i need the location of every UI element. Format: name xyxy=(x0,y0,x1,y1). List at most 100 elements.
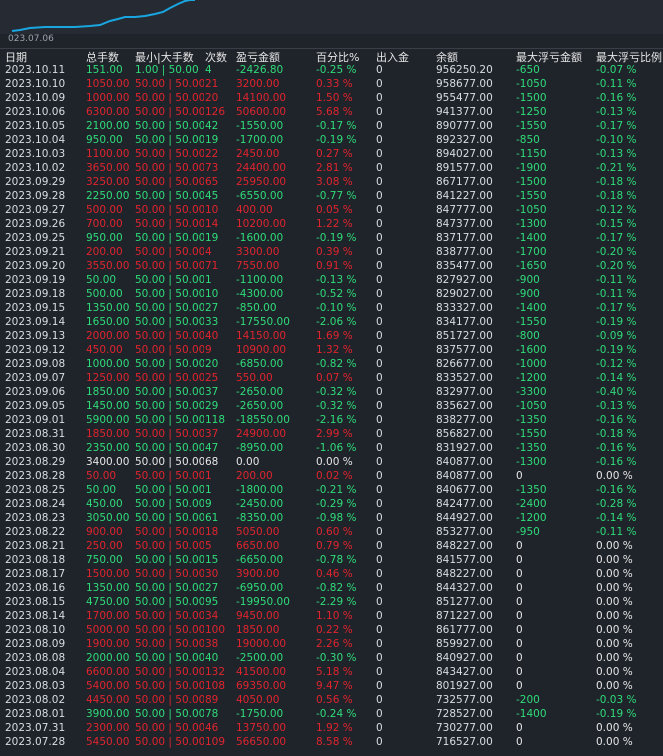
row-date: 2023.10.05 xyxy=(5,120,66,132)
row-max-drawdown: -200 xyxy=(516,694,540,706)
row-max-drawdown-pct: 0.00 % xyxy=(596,624,633,636)
table-row[interactable]: 2023.10.11 151.00 1.00 | 50.00 4 -2426.80 -0.… xyxy=(0,63,663,77)
table-row[interactable]: 2023.08.14 1700.00 50.00 | 50.00 34 9450.00 1… xyxy=(0,609,663,623)
row-cash-flow: 0 xyxy=(376,246,383,258)
row-cash-flow: 0 xyxy=(376,92,383,104)
row-cash-flow: 0 xyxy=(376,316,383,328)
row-min-max-lots: 50.00 | 50.00 xyxy=(135,260,204,272)
table-row[interactable]: 2023.08.23 3050.00 50.00 | 50.00 61 -8350.00… xyxy=(0,511,663,525)
table-row[interactable]: 2023.08.15 4750.00 50.00 | 50.00 95 -19950.0… xyxy=(0,595,663,609)
table-row[interactable]: 2023.09.27 500.00 50.00 | 50.00 10 400.00 0.0… xyxy=(0,203,663,217)
table-row[interactable]: 2023.08.25 50.00 50.00 | 50.00 1 -1800.00 -0.… xyxy=(0,483,663,497)
table-row[interactable]: 2023.09.05 1450.00 50.00 | 50.00 29 -2650.00… xyxy=(0,399,663,413)
row-cash-flow: 0 xyxy=(376,624,383,636)
row-max-drawdown: -1500 xyxy=(516,92,547,104)
table-row[interactable]: 2023.09.12 450.00 50.00 | 50.00 9 10900.00 1.… xyxy=(0,343,663,357)
row-max-drawdown-pct: -0.14 % xyxy=(596,372,637,384)
row-count: 10 xyxy=(205,204,219,216)
table-row[interactable]: 2023.08.22 900.00 50.00 | 50.00 18 5050.00 0.… xyxy=(0,525,663,539)
row-date: 2023.08.31 xyxy=(5,428,66,440)
table-row[interactable]: 2023.08.10 5000.00 50.00 | 50.00 100 1850.00… xyxy=(0,623,663,637)
row-cash-flow: 0 xyxy=(376,162,383,174)
table-row[interactable]: 2023.08.03 5400.00 50.00 | 50.00 108 69350.0… xyxy=(0,679,663,693)
row-count: 27 xyxy=(205,582,219,594)
row-max-drawdown-pct: -0.11 % xyxy=(596,78,637,90)
row-total-lots: 2000.00 xyxy=(86,330,130,342)
table-row[interactable]: 2023.08.09 1900.00 50.00 | 50.00 38 19000.00… xyxy=(0,637,663,651)
table-row[interactable]: 2023.08.04 6600.00 50.00 | 50.00 132 41500.0… xyxy=(0,665,663,679)
row-cash-flow: 0 xyxy=(376,442,383,454)
row-balance: 829027.00 xyxy=(436,288,493,300)
table-row[interactable]: 2023.07.28 5450.00 50.00 | 50.00 109 56650.0… xyxy=(0,735,663,749)
row-max-drawdown: 0 xyxy=(516,624,523,636)
table-row[interactable]: 2023.08.17 1500.00 50.00 | 50.00 30 3900.00 0… xyxy=(0,567,663,581)
row-percent: -1.06 % xyxy=(316,442,357,454)
table-row[interactable]: 2023.07.31 2300.00 50.00 | 50.00 46 13750.00… xyxy=(0,721,663,735)
table-row[interactable]: 2023.10.04 950.00 50.00 | 50.00 19 -1700.00 -… xyxy=(0,133,663,147)
row-balance: 840927.00 xyxy=(436,652,493,664)
row-balance: 838277.00 xyxy=(436,414,493,426)
table-row[interactable]: 2023.09.21 200.00 50.00 | 50.00 4 3300.00 0.3… xyxy=(0,245,663,259)
row-cash-flow: 0 xyxy=(376,148,383,160)
table-row[interactable]: 2023.09.15 1350.00 50.00 | 50.00 27 -850.00 -… xyxy=(0,301,663,315)
table-row[interactable]: 2023.08.31 1850.00 50.00 | 50.00 37 24900.00… xyxy=(0,427,663,441)
table-row[interactable]: 2023.09.18 500.00 50.00 | 50.00 10 -4300.00 -… xyxy=(0,287,663,301)
table-row[interactable]: 2023.09.25 950.00 50.00 | 50.00 19 -1600.00 -… xyxy=(0,231,663,245)
table-row[interactable]: 2023.09.29 3250.00 50.00 | 50.00 65 25950.00… xyxy=(0,175,663,189)
table-row[interactable]: 2023.08.28 50.00 50.00 | 50.00 1 200.00 0.02 … xyxy=(0,469,663,483)
row-cash-flow: 0 xyxy=(376,596,383,608)
row-max-drawdown-pct: -0.21 % xyxy=(596,162,637,174)
table-row[interactable]: 2023.10.10 1050.00 50.00 | 50.00 21 3200.00 0… xyxy=(0,77,663,91)
row-balance: 891577.00 xyxy=(436,162,493,174)
row-max-drawdown-pct: -0.19 % xyxy=(596,708,637,720)
row-cash-flow: 0 xyxy=(376,288,383,300)
table-row[interactable]: 2023.09.14 1650.00 50.00 | 50.00 33 -17550.0… xyxy=(0,315,663,329)
table-row[interactable]: 2023.08.01 3900.00 50.00 | 50.00 78 -1750.00… xyxy=(0,707,663,721)
row-cash-flow: 0 xyxy=(376,680,383,692)
row-date: 2023.08.15 xyxy=(5,596,66,608)
row-pnl: 400.00 xyxy=(236,204,273,216)
row-percent: -0.10 % xyxy=(316,302,357,314)
row-balance: 835477.00 xyxy=(436,260,493,272)
row-total-lots: 200.00 xyxy=(86,246,123,258)
table-row[interactable]: 2023.10.05 2100.00 50.00 | 50.00 42 -1550.00… xyxy=(0,119,663,133)
table-row[interactable]: 2023.08.16 1350.00 50.00 | 50.00 27 -6950.00… xyxy=(0,581,663,595)
row-count: 15 xyxy=(205,554,219,566)
row-max-drawdown-pct: 0.00 % xyxy=(596,666,633,678)
table-row[interactable]: 2023.08.08 2000.00 50.00 | 50.00 40 -2500.00… xyxy=(0,651,663,665)
row-count: 40 xyxy=(205,330,219,342)
row-min-max-lots: 50.00 | 50.00 xyxy=(135,204,204,216)
table-row[interactable]: 2023.08.29 3400.00 50.00 | 50.00 68 0.00 0.00… xyxy=(0,455,663,469)
row-max-drawdown: -1300 xyxy=(516,218,547,230)
row-count: 21 xyxy=(205,78,219,90)
row-min-max-lots: 50.00 | 50.00 xyxy=(135,134,204,146)
table-row[interactable]: 2023.09.06 1850.00 50.00 | 50.00 37 -2650.00… xyxy=(0,385,663,399)
row-cash-flow: 0 xyxy=(376,274,383,286)
table-row[interactable]: 2023.09.13 2000.00 50.00 | 50.00 40 14150.00… xyxy=(0,329,663,343)
table-row[interactable]: 2023.08.02 4450.00 50.00 | 50.00 89 4050.00 0… xyxy=(0,693,663,707)
balance-chart xyxy=(0,0,663,34)
row-min-max-lots: 50.00 | 50.00 xyxy=(135,624,204,636)
table-row[interactable]: 2023.08.24 450.00 50.00 | 50.00 9 -2450.00 -0… xyxy=(0,497,663,511)
row-balance: 730277.00 xyxy=(436,722,493,734)
table-row[interactable]: 2023.09.01 5900.00 50.00 | 50.00 118 -18550.… xyxy=(0,413,663,427)
table-row[interactable]: 2023.08.30 2350.00 50.00 | 50.00 47 -8950.00… xyxy=(0,441,663,455)
table-row[interactable]: 2023.10.03 1100.00 50.00 | 50.00 22 2450.00 0… xyxy=(0,147,663,161)
table-row[interactable]: 2023.10.09 1000.00 50.00 | 50.00 20 14100.00… xyxy=(0,91,663,105)
row-percent: -0.19 % xyxy=(316,134,357,146)
row-max-drawdown-pct: -0.19 % xyxy=(596,316,637,328)
table-row[interactable]: 2023.09.08 1000.00 50.00 | 50.00 20 -6850.00… xyxy=(0,357,663,371)
row-pnl: 10200.00 xyxy=(236,218,287,230)
table-row[interactable]: 2023.09.28 2250.00 50.00 | 50.00 45 -6550.00… xyxy=(0,189,663,203)
table-row[interactable]: 2023.09.20 3550.00 50.00 | 50.00 71 7550.00 0… xyxy=(0,259,663,273)
row-total-lots: 500.00 xyxy=(86,288,123,300)
row-pnl: 50600.00 xyxy=(236,106,287,118)
table-row[interactable]: 2023.09.07 1250.00 50.00 | 50.00 25 550.00 0.… xyxy=(0,371,663,385)
table-row[interactable]: 2023.09.19 50.00 50.00 | 50.00 1 -1100.00 -0.… xyxy=(0,273,663,287)
table-row[interactable]: 2023.10.06 6300.00 50.00 | 50.00 126 50600.0… xyxy=(0,105,663,119)
row-date: 2023.08.09 xyxy=(5,638,66,650)
table-row[interactable]: 2023.08.21 250.00 50.00 | 50.00 5 6650.00 0.7… xyxy=(0,539,663,553)
table-row[interactable]: 2023.08.18 750.00 50.00 | 50.00 15 -6650.00 -… xyxy=(0,553,663,567)
table-row[interactable]: 2023.10.02 3650.00 50.00 | 50.00 73 24400.00… xyxy=(0,161,663,175)
table-row[interactable]: 2023.09.26 700.00 50.00 | 50.00 14 10200.00 1… xyxy=(0,217,663,231)
